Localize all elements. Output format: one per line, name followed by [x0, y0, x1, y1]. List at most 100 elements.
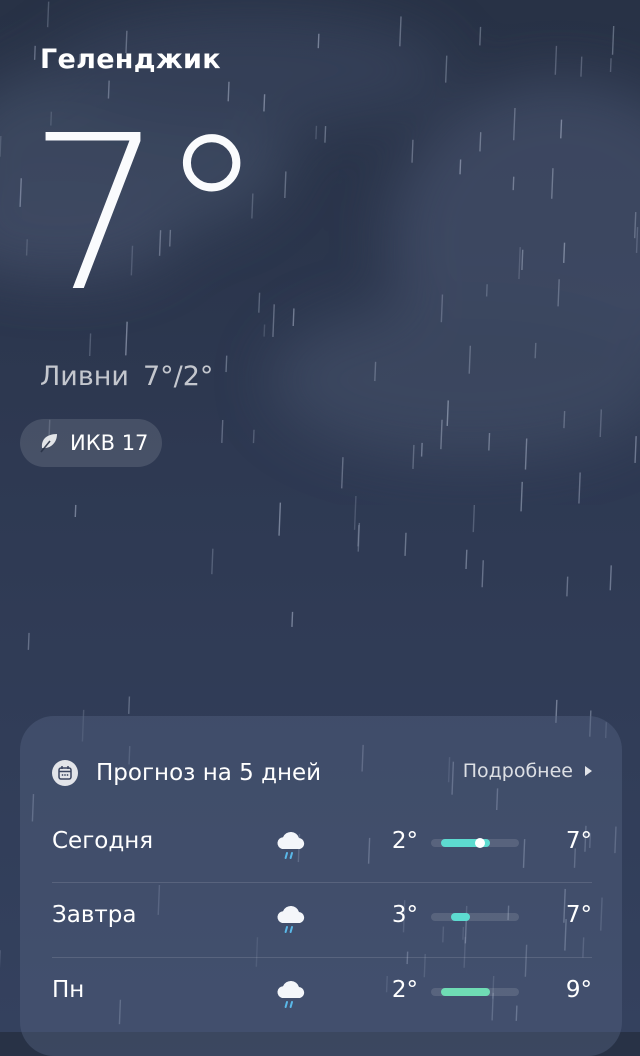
raindrop [292, 612, 293, 627]
raindrop [558, 279, 559, 306]
raindrop [273, 304, 274, 337]
more-label: Подробнее [463, 760, 573, 782]
temperature-range-fill [441, 988, 490, 996]
raindrop [264, 94, 265, 111]
temperature-range-bar [431, 839, 519, 847]
raindrop [561, 120, 562, 139]
city-name[interactable]: Геленджик [40, 44, 221, 75]
raindrop [581, 57, 582, 77]
raindrop [285, 171, 286, 198]
leaf-icon [38, 432, 60, 454]
raindrop [525, 439, 526, 470]
raindrop [600, 409, 601, 437]
raindrop [441, 295, 442, 323]
raindrop [441, 420, 442, 449]
raindrop [635, 436, 636, 463]
chevron-right-icon [585, 766, 592, 776]
current-temperature-marker [475, 838, 485, 848]
temperature-range-fill [451, 913, 471, 921]
forecast-row[interactable]: Сегодня 2° 7° [52, 810, 592, 884]
raindrop [564, 411, 565, 428]
current-condition: Ливни 7°/2° [40, 361, 213, 392]
raindrop [413, 445, 414, 469]
raindrop [480, 27, 481, 46]
raindrop [355, 496, 356, 530]
raindrop [325, 126, 326, 143]
raindrop [610, 565, 611, 590]
raindrop [222, 420, 223, 443]
temperature-range-bar [431, 913, 519, 921]
more-button[interactable]: Подробнее [463, 760, 592, 782]
forecast-day: Завтра [52, 902, 137, 928]
forecast-high: 7° [566, 828, 592, 854]
forecast-low: 3° [362, 902, 418, 928]
raindrop [469, 346, 470, 374]
raindrop [521, 482, 522, 512]
raindrop [375, 362, 376, 381]
raindrop [613, 26, 614, 55]
raindrop [422, 443, 423, 457]
forecast-row[interactable]: Пн 2° 9° [52, 959, 592, 1033]
rain-cloud-icon [274, 902, 308, 936]
raindrop [522, 250, 523, 270]
raindrop [316, 126, 317, 139]
forecast-card[interactable]: Прогноз на 5 дней Подробнее Сегодня 2° 7… [20, 716, 622, 1056]
raindrop [535, 343, 536, 358]
raindrop [555, 46, 556, 75]
rain-cloud-icon [274, 977, 308, 1011]
raindrop [318, 34, 319, 48]
raindrop [482, 560, 483, 587]
raindrop [20, 178, 21, 207]
raindrop [400, 16, 401, 46]
forecast-high: 9° [566, 977, 592, 1003]
forecast-header: Прогноз на 5 дней Подробнее [52, 756, 592, 790]
raindrop [611, 58, 612, 72]
forecast-low: 2° [362, 977, 418, 1003]
raindrop [447, 400, 448, 425]
raindrop [253, 430, 254, 443]
aqi-label: ИКВ 17 [70, 431, 148, 455]
forecast-day: Пн [52, 977, 84, 1003]
raindrop [637, 227, 638, 253]
raindrop [579, 472, 580, 503]
raindrop [212, 549, 213, 575]
raindrop [513, 177, 514, 190]
rain-cloud-icon [274, 828, 308, 862]
calendar-icon [52, 760, 78, 786]
raindrop [293, 308, 294, 326]
aqi-chip[interactable]: ИКВ 17 [20, 419, 162, 467]
temperature-range-bar [431, 988, 519, 996]
raindrop [635, 212, 636, 238]
raindrop [489, 433, 490, 450]
raindrop [412, 140, 413, 163]
raindrop [552, 168, 553, 199]
raindrop [460, 160, 461, 175]
raindrop [405, 533, 406, 556]
raindrop [35, 46, 36, 60]
divider [52, 882, 592, 883]
temperature-range: 7°/2° [143, 361, 213, 392]
current-temperature: 7° [28, 108, 259, 322]
divider [52, 957, 592, 958]
raindrop [567, 577, 568, 597]
raindrop [446, 56, 447, 83]
forecast-title: Прогноз на 5 дней [96, 760, 321, 786]
raindrop [514, 108, 515, 140]
raindrop [473, 505, 474, 532]
raindrop [466, 550, 467, 569]
forecast-row[interactable]: Завтра 3° 7° [52, 884, 592, 958]
condition-text: Ливни [40, 361, 129, 392]
raindrop [129, 697, 130, 714]
raindrop [48, 2, 49, 28]
raindrop [564, 243, 565, 263]
forecast-high: 7° [566, 902, 592, 928]
raindrop [28, 633, 29, 650]
forecast-low: 2° [362, 828, 418, 854]
forecast-day: Сегодня [52, 828, 153, 854]
raindrop [519, 247, 520, 279]
raindrop [342, 457, 343, 488]
raindrop [279, 503, 280, 536]
raindrop [0, 136, 1, 157]
raindrop [480, 132, 481, 151]
raindrop [226, 356, 227, 372]
